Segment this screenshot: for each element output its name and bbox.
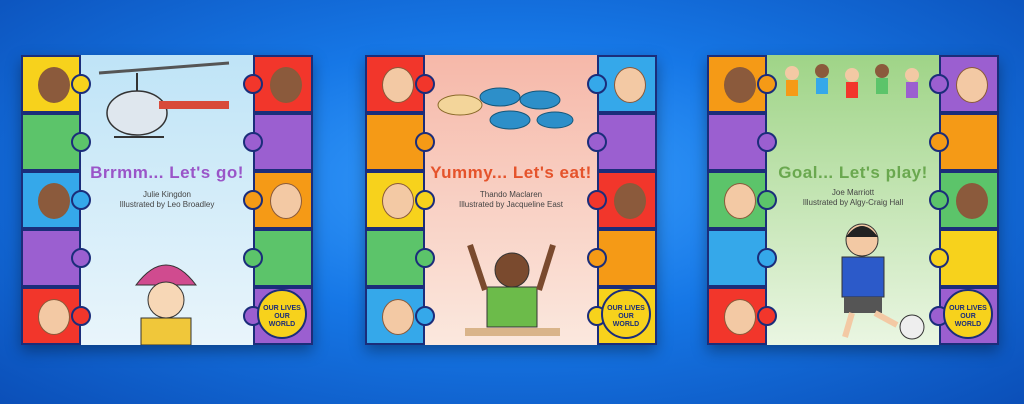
puzzle-piece	[707, 171, 777, 229]
puzzle-piece	[707, 55, 777, 113]
puzzle-piece	[707, 113, 777, 171]
puzzle-piece	[929, 113, 999, 171]
puzzle-piece	[21, 229, 91, 287]
cover-center: Goal... Let's play! Joe Marriott Illustr…	[767, 55, 939, 345]
puzzle-piece	[929, 171, 999, 229]
child-eating-illustration	[465, 244, 560, 336]
puzzle-piece	[707, 287, 777, 345]
book-credits: Julie Kingdon Illustrated by Leo Broadle…	[81, 190, 253, 210]
puzzle-piece	[707, 229, 777, 287]
puzzle-piece	[243, 171, 313, 229]
book-cover-lets-go[interactable]: Brrmm... Let's go! Julie Kingdon Illustr…	[21, 55, 313, 345]
illustrator-credit: Illustrated by Algy-Craig Hall	[802, 198, 904, 207]
puzzle-piece	[243, 55, 313, 113]
book-cover-lets-eat[interactable]: Yummy... Let's eat! Thando Maclaren Illu…	[365, 55, 657, 345]
author-name: Joe Marriott	[831, 188, 875, 197]
puzzle-piece	[929, 229, 999, 287]
puzzle-piece	[243, 113, 313, 171]
book-title: Brrmm... Let's go!	[90, 163, 244, 182]
series-logo-badge: OUR LIVES OUR WORLD	[943, 289, 993, 339]
series-logo-badge: OUR LIVES OUR WORLD	[601, 289, 651, 339]
puzzle-piece	[929, 55, 999, 113]
puzzle-piece	[365, 229, 435, 287]
book-credits: Thando Maclaren Illustrated by Jacquelin…	[425, 190, 597, 210]
puzzle-border-right: OUR LIVES OUR WORLD	[929, 55, 999, 345]
running-children-illustration	[785, 64, 919, 98]
puzzle-piece	[21, 171, 91, 229]
illustrator-credit: Illustrated by Leo Broadley	[119, 200, 215, 209]
puzzle-piece	[587, 229, 657, 287]
puzzle-piece	[243, 229, 313, 287]
puzzle-border-left	[365, 55, 435, 345]
puzzle-border-left	[707, 55, 777, 345]
puzzle-piece	[21, 113, 91, 171]
book-cover-lets-play[interactable]: Goal... Let's play! Joe Marriott Illustr…	[707, 55, 999, 345]
cover-center: Yummy... Let's eat! Thando Maclaren Illu…	[425, 55, 597, 345]
book-credits: Joe Marriott Illustrated by Algy-Craig H…	[767, 188, 939, 208]
helicopter-illustration	[98, 61, 230, 138]
food-bowls-illustration	[437, 87, 574, 130]
puzzle-piece	[587, 55, 657, 113]
puzzle-border-left	[21, 55, 91, 345]
puzzle-border-right: OUR LIVES OUR WORLD	[243, 55, 313, 345]
jester-child-illustration	[134, 264, 198, 345]
author-name: Julie Kingdon	[142, 190, 192, 199]
puzzle-piece	[587, 171, 657, 229]
cover-center: Brrmm... Let's go! Julie Kingdon Illustr…	[81, 55, 253, 345]
puzzle-piece	[365, 171, 435, 229]
author-name: Thando Maclaren	[479, 190, 543, 199]
puzzle-piece	[365, 55, 435, 113]
illustrator-credit: Illustrated by Jacqueline East	[458, 200, 564, 209]
puzzle-piece	[365, 113, 435, 171]
puzzle-border-right: OUR LIVES OUR WORLD	[587, 55, 657, 345]
puzzle-piece	[587, 113, 657, 171]
series-logo-badge: OUR LIVES OUR WORLD	[257, 289, 307, 339]
book-title: Goal... Let's play!	[778, 163, 928, 182]
boy-kicking-ball-illustration	[841, 223, 925, 340]
puzzle-piece	[365, 287, 435, 345]
puzzle-piece	[21, 287, 91, 345]
book-title: Yummy... Let's eat!	[430, 163, 592, 182]
puzzle-piece	[21, 55, 91, 113]
